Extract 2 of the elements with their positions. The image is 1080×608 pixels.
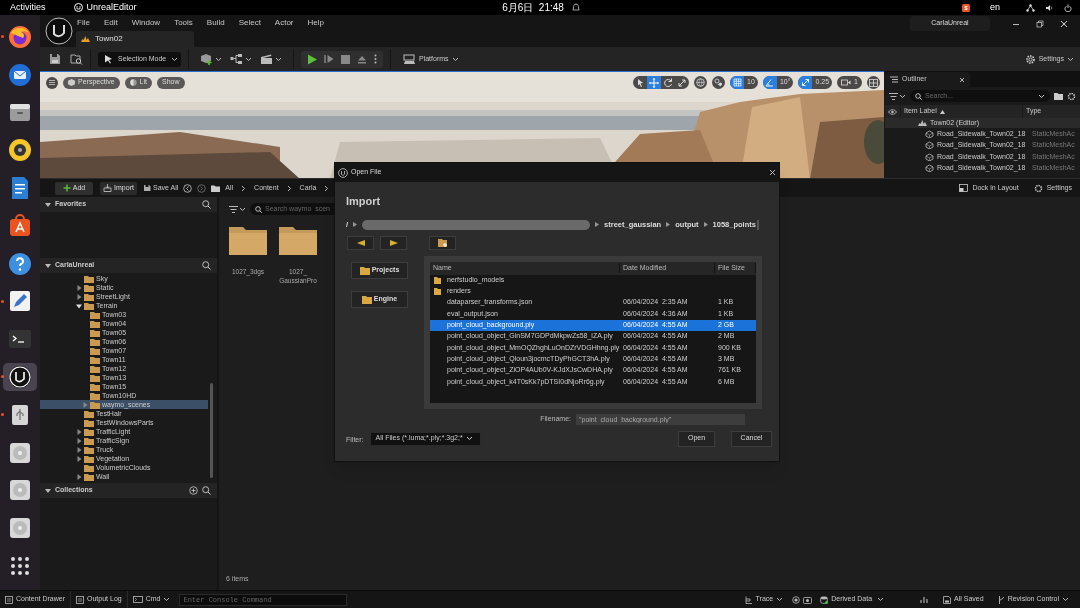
app-name: UnrealEditor [86, 0, 137, 14]
dialog-heading: Import [346, 194, 382, 209]
